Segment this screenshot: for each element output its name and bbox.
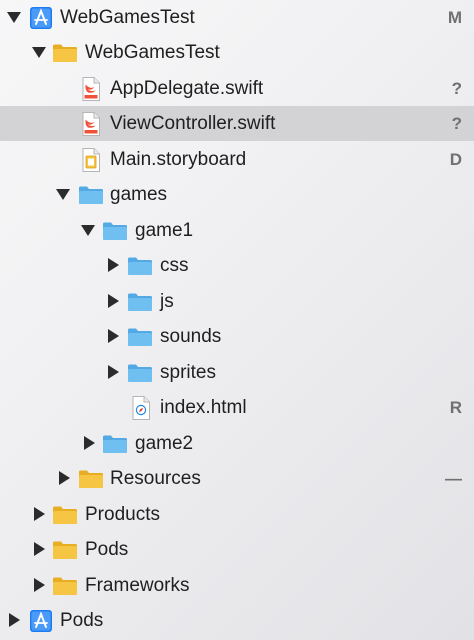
- item-label: game2: [135, 433, 194, 454]
- disclosure-triangle-collapsed[interactable]: [80, 426, 100, 461]
- source-control-status: [438, 319, 462, 354]
- disclosure-triangle-collapsed[interactable]: [104, 319, 124, 354]
- item-label: ViewController.swift: [110, 113, 276, 134]
- swift-file-icon: [78, 111, 104, 137]
- group-webgamestest[interactable]: WebGamesTest: [0, 35, 474, 70]
- source-control-status: ?: [451, 79, 462, 98]
- folder-icon: [78, 182, 104, 208]
- folder-games[interactable]: games: [0, 177, 474, 212]
- source-control-status: [438, 284, 462, 319]
- disclosure-triangle-collapsed[interactable]: [104, 248, 124, 283]
- swift-file-icon: [78, 76, 104, 102]
- item-label: css: [160, 255, 189, 276]
- item-label: Pods: [60, 610, 104, 631]
- folder-js[interactable]: js: [0, 284, 474, 319]
- source-control-status: [438, 497, 462, 532]
- item-label: index.html: [160, 397, 247, 418]
- folder-game2[interactable]: game2: [0, 426, 474, 461]
- folder-icon: [102, 218, 128, 244]
- file-viewcontroller-swift[interactable]: ViewController.swift ?: [0, 106, 474, 141]
- folder-css[interactable]: css: [0, 248, 474, 283]
- disclosure-triangle-expanded[interactable]: [4, 0, 24, 35]
- folder-icon: [127, 324, 153, 350]
- group-folder-icon: [52, 40, 78, 66]
- source-control-status: R: [449, 398, 462, 417]
- file-appdelegate-swift[interactable]: AppDelegate.swift ?: [0, 71, 474, 106]
- source-control-status: [438, 603, 462, 638]
- item-label: sounds: [160, 326, 222, 347]
- file-index-html[interactable]: index.html R: [0, 390, 474, 425]
- source-control-status: [438, 213, 462, 248]
- group-resources[interactable]: Resources —: [0, 461, 474, 496]
- project-pods[interactable]: Pods: [0, 603, 474, 638]
- item-label: game1: [135, 220, 194, 241]
- item-label: games: [110, 184, 168, 205]
- item-label: Frameworks: [85, 575, 190, 596]
- source-control-status: [438, 355, 462, 390]
- source-control-status: [438, 35, 462, 70]
- source-control-status: [438, 568, 462, 603]
- group-folder-icon: [52, 537, 78, 563]
- source-control-status: M: [447, 8, 462, 27]
- disclosure-triangle-collapsed[interactable]: [104, 355, 124, 390]
- item-label: WebGamesTest: [60, 7, 195, 28]
- folder-icon: [127, 360, 153, 386]
- disclosure-triangle-collapsed[interactable]: [30, 497, 50, 532]
- group-products[interactable]: Products: [0, 497, 474, 532]
- group-folder-icon: [52, 502, 78, 528]
- disclosure-triangle-expanded[interactable]: [29, 35, 49, 70]
- folder-sounds[interactable]: sounds: [0, 319, 474, 354]
- item-label: WebGamesTest: [85, 42, 220, 63]
- project-navigator: WebGamesTest M WebGamesTest AppDelegate.…: [0, 0, 474, 640]
- source-control-status: ?: [451, 114, 462, 133]
- group-folder-icon: [78, 466, 104, 492]
- disclosure-triangle-collapsed[interactable]: [30, 568, 50, 603]
- source-control-status: —: [445, 469, 462, 488]
- folder-icon: [102, 431, 128, 457]
- disclosure-triangle-collapsed[interactable]: [104, 284, 124, 319]
- item-label: Pods: [85, 539, 129, 560]
- project-webgamestest[interactable]: WebGamesTest M: [0, 0, 474, 35]
- group-pods[interactable]: Pods: [0, 532, 474, 567]
- item-label: js: [160, 291, 174, 312]
- html-file-icon: [128, 395, 154, 421]
- disclosure-triangle-collapsed[interactable]: [30, 532, 50, 567]
- disclosure-triangle-expanded[interactable]: [53, 177, 73, 212]
- folder-game1[interactable]: game1: [0, 213, 474, 248]
- group-folder-icon: [52, 573, 78, 599]
- source-control-status: [438, 426, 462, 461]
- source-control-status: [438, 177, 462, 212]
- disclosure-triangle-collapsed[interactable]: [55, 461, 75, 496]
- storyboard-file-icon: [78, 147, 104, 173]
- item-label: sprites: [160, 362, 216, 383]
- group-frameworks[interactable]: Frameworks: [0, 568, 474, 603]
- file-main-storyboard[interactable]: Main.storyboard D: [0, 142, 474, 177]
- xcode-project-icon: [28, 5, 54, 31]
- item-label: Resources: [110, 468, 201, 489]
- folder-sprites[interactable]: sprites: [0, 355, 474, 390]
- item-label: AppDelegate.swift: [110, 78, 264, 99]
- item-label: Products: [85, 504, 160, 525]
- item-label: Main.storyboard: [110, 149, 247, 170]
- source-control-status: D: [449, 150, 462, 169]
- folder-icon: [127, 289, 153, 315]
- disclosure-triangle-expanded[interactable]: [78, 213, 98, 248]
- source-control-status: [438, 248, 462, 283]
- xcode-project-icon: [28, 608, 54, 634]
- folder-icon: [127, 253, 153, 279]
- disclosure-triangle-collapsed[interactable]: [5, 603, 25, 638]
- source-control-status: [438, 532, 462, 567]
